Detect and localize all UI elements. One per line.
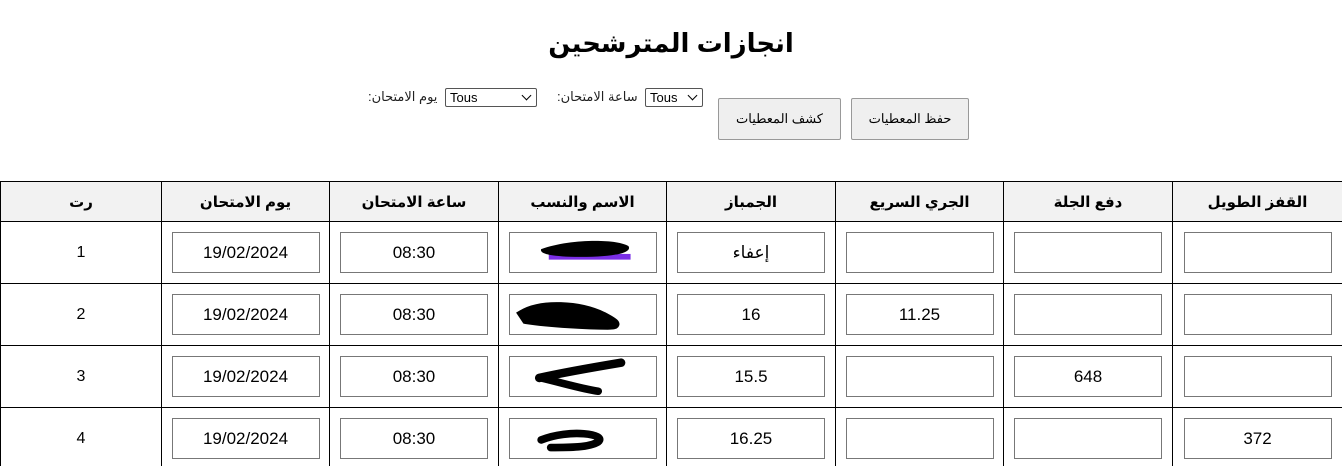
gymnastics-field[interactable]: 16.25: [677, 418, 825, 459]
exam-time-select[interactable]: Tous: [645, 88, 703, 107]
exam-time-field[interactable]: 08:30: [340, 232, 488, 273]
long-jump-field[interactable]: 372: [1183, 418, 1332, 459]
table-row: 4 19/02/2024 08:30 16.25 372: [0, 407, 1342, 466]
page-title: انجازات المترشحين: [548, 28, 794, 58]
shot-put-field[interactable]: [1014, 294, 1162, 335]
exam-time-label: ساعة الامتحان:: [557, 89, 638, 104]
redaction-scribble: [515, 302, 619, 330]
redaction-scribble: [536, 429, 604, 452]
name-field[interactable]: [508, 356, 657, 397]
gymnastics-field[interactable]: إعفاء: [677, 232, 825, 273]
name-field[interactable]: [508, 294, 657, 335]
row-number: 1: [0, 221, 162, 284]
candidates-table: رت يوم الامتحان ساعة الامتحان الاسم والن…: [0, 181, 1342, 466]
table-row: 3 19/02/2024 08:30 15.5 648: [0, 345, 1342, 408]
name-field[interactable]: [508, 418, 657, 459]
column-header: القفز الطويل: [1172, 181, 1342, 222]
column-header: الجمباز: [666, 181, 836, 222]
row-number: 2: [0, 283, 162, 346]
table-row: 2 19/02/2024 08:30 16 11.25: [0, 283, 1342, 346]
row-number: 3: [0, 345, 162, 408]
table-row: 1 19/02/2024 08:30 إعفاء: [0, 221, 1342, 284]
column-header: دفع الجلة: [1003, 181, 1173, 222]
column-header: ساعة الامتحان: [329, 181, 499, 222]
exam-day-label: يوم الامتحان:: [368, 89, 438, 104]
column-header: يوم الامتحان: [161, 181, 330, 222]
page-root: انجازات المترشحين يوم الامتحان: Tous ساع…: [0, 0, 1342, 466]
save-data-button[interactable]: حفظ المعطيات: [851, 98, 969, 140]
column-header: الاسم والنسب: [498, 181, 667, 222]
gymnastics-field[interactable]: 15.5: [677, 356, 825, 397]
redaction-scribble: [534, 358, 625, 396]
exam-time-select-value: Tous: [650, 90, 678, 105]
chevron-down-icon: [521, 90, 532, 101]
exam-time-field[interactable]: 08:30: [340, 294, 488, 335]
sprint-field[interactable]: [845, 356, 994, 397]
sprint-field[interactable]: [845, 418, 994, 459]
table-header-row: رت يوم الامتحان ساعة الامتحان الاسم والن…: [0, 181, 1342, 222]
show-data-button[interactable]: كشف المعطيات: [718, 98, 841, 140]
shot-put-field[interactable]: [1014, 418, 1162, 459]
redaction-scribble: [540, 240, 631, 260]
exam-day-field[interactable]: 19/02/2024: [171, 418, 320, 459]
column-header: رت: [0, 181, 162, 222]
column-header: الجري السريع: [835, 181, 1004, 222]
sprint-field[interactable]: [845, 232, 994, 273]
exam-time-field[interactable]: 08:30: [340, 356, 488, 397]
exam-day-field[interactable]: 19/02/2024: [171, 294, 320, 335]
row-number: 4: [0, 407, 162, 466]
chevron-down-icon: [687, 90, 698, 101]
exam-day-field[interactable]: 19/02/2024: [171, 232, 320, 273]
exam-day-select[interactable]: Tous: [445, 88, 537, 107]
exam-day-select-value: Tous: [450, 90, 478, 105]
gymnastics-field[interactable]: 16: [677, 294, 825, 335]
sprint-field[interactable]: 11.25: [845, 294, 994, 335]
shot-put-field[interactable]: [1014, 232, 1162, 273]
long-jump-field[interactable]: [1183, 232, 1332, 273]
shot-put-field[interactable]: 648: [1014, 356, 1162, 397]
long-jump-field[interactable]: [1183, 356, 1332, 397]
exam-time-field[interactable]: 08:30: [340, 418, 488, 459]
exam-day-field[interactable]: 19/02/2024: [171, 356, 320, 397]
name-field[interactable]: [508, 232, 657, 273]
long-jump-field[interactable]: [1183, 294, 1332, 335]
